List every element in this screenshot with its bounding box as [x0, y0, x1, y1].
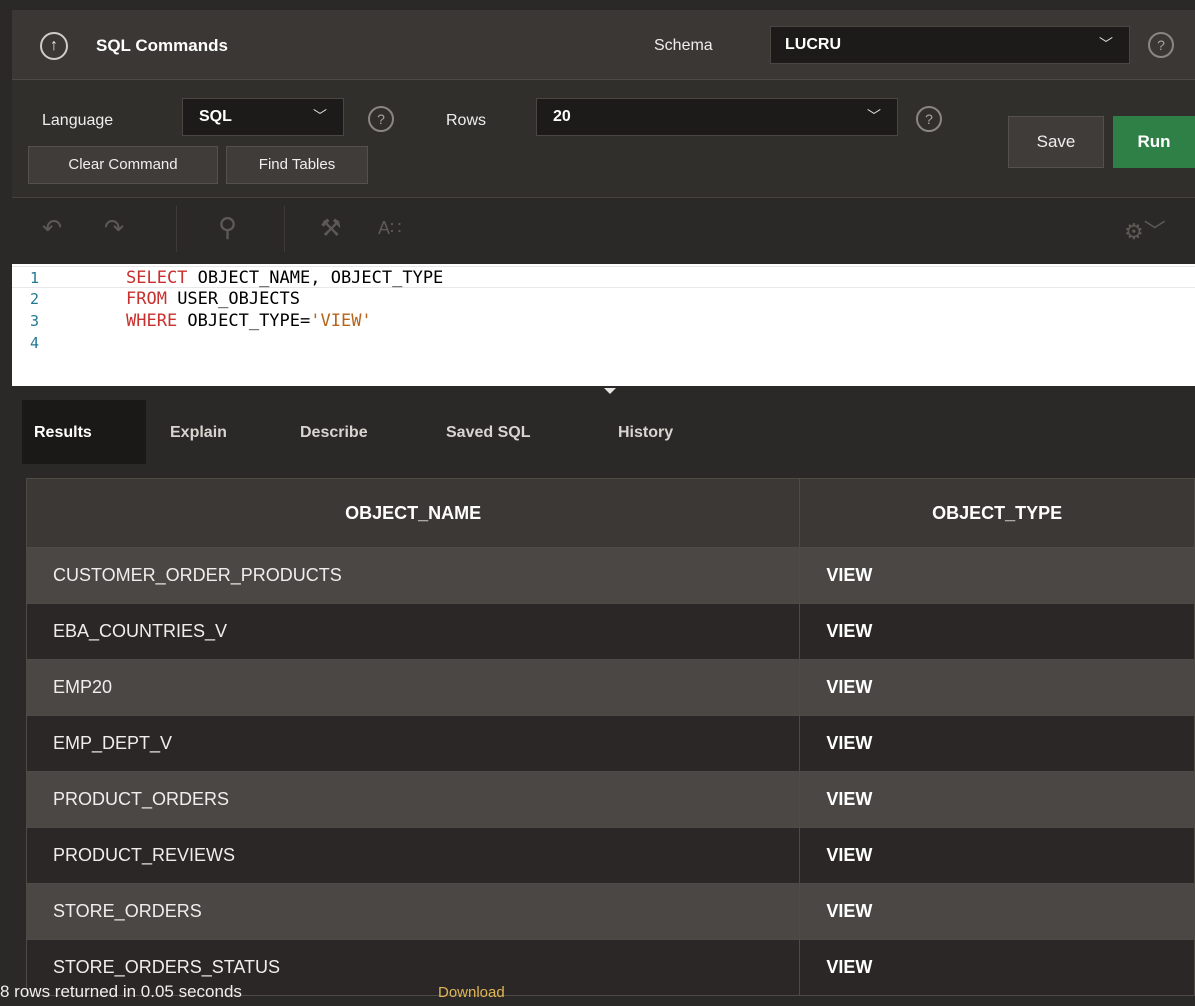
sql-keyword: WHERE — [126, 311, 178, 331]
object-type-cell: VIEW — [799, 827, 1195, 884]
column-header[interactable]: OBJECT_NAME — [25, 478, 801, 548]
rows-select[interactable]: 20 ﹀ — [536, 98, 898, 136]
table-row: PRODUCT_REVIEWS VIEW — [25, 827, 1195, 884]
save-button[interactable]: Save — [1008, 116, 1104, 168]
sql-string: 'VIEW' — [310, 311, 372, 331]
sql-keyword: FROM — [126, 289, 167, 309]
schema-label: Schema — [654, 37, 713, 54]
schema-value: LUCRU — [785, 36, 841, 53]
table-row: PRODUCT_ORDERS VIEW — [25, 771, 1195, 828]
redo-icon[interactable]: ↷ — [104, 214, 124, 243]
line-number: 3 — [30, 312, 40, 330]
tab-explain[interactable]: Explain — [170, 424, 227, 442]
tab-results[interactable]: Results — [34, 424, 92, 442]
table-header-row: OBJECT_NAME OBJECT_TYPE — [25, 478, 1195, 548]
editor-splitter[interactable] — [12, 386, 1195, 400]
download-link[interactable]: Download — [438, 984, 505, 1001]
code-line: 4 — [12, 332, 1195, 354]
command-options-bar: Language SQL ﹀ ? Rows 20 ﹀ ? Clear Comma… — [12, 80, 1195, 198]
tab-describe[interactable]: Describe — [300, 424, 368, 442]
sql-keyword: SELECT — [126, 268, 188, 288]
object-name-cell: STORE_ORDERS — [25, 883, 801, 940]
undo-icon[interactable]: ↶ — [42, 214, 62, 243]
column-header[interactable]: OBJECT_TYPE — [799, 478, 1195, 548]
sql-editor[interactable]: 1 SELECT OBJECT_NAME, OBJECT_TYPE 2 FROM… — [12, 264, 1195, 386]
chevron-down-icon: ﹀ — [1099, 36, 1113, 52]
object-name-cell: EMP_DEPT_V — [25, 715, 801, 772]
rows-label: Rows — [446, 112, 487, 129]
code-text: FROM USER_OBJECTS — [126, 288, 300, 310]
chevron-down-icon: ﹀ — [313, 108, 327, 124]
page-title: SQL Commands — [96, 36, 228, 55]
object-type-cell: VIEW — [799, 939, 1195, 996]
object-type-cell: VIEW — [799, 883, 1195, 940]
object-name-cell: EBA_COUNTRIES_V — [25, 603, 801, 660]
object-name-cell: CUSTOMER_ORDER_PRODUCTS — [25, 547, 801, 604]
code-line: 2 FROM USER_OBJECTS — [12, 288, 1195, 310]
object-type-cell: VIEW — [799, 603, 1195, 660]
clear-command-button[interactable]: Clear Command — [28, 146, 218, 184]
table-row: STORE_ORDERS VIEW — [25, 883, 1195, 940]
object-type-cell: VIEW — [799, 659, 1195, 716]
table-row: EMP20 VIEW — [25, 659, 1195, 716]
language-select[interactable]: SQL ﹀ — [182, 98, 344, 136]
object-name-cell: PRODUCT_REVIEWS — [25, 827, 801, 884]
sql-text: USER_OBJECTS — [166, 289, 301, 309]
arrow-up-icon[interactable]: ↑ — [40, 32, 68, 60]
line-number: 4 — [30, 334, 40, 352]
table-row: CUSTOMER_ORDER_PRODUCTS VIEW — [25, 547, 1195, 604]
line-number: 1 — [30, 269, 40, 287]
line-number: 2 — [30, 290, 40, 308]
find-tables-button[interactable]: Find Tables — [226, 146, 368, 184]
tab-saved-sql[interactable]: Saved SQL — [446, 424, 530, 442]
language-value: SQL — [199, 108, 232, 125]
collapse-arrow-icon[interactable] — [603, 388, 616, 394]
code-line: 3 WHERE OBJECT_TYPE='VIEW' — [12, 310, 1195, 332]
editor-toolbar: ↶ ↷ ⚲ ⚒ A∷ ⚙﹀ — [12, 198, 1195, 264]
help-icon[interactable]: ? — [368, 106, 394, 132]
table-row: EMP_DEPT_V VIEW — [25, 715, 1195, 772]
chevron-down-icon: ﹀ — [867, 108, 881, 124]
page-header: ↑ SQL Commands Schema LUCRU ﹀ ? — [12, 10, 1195, 80]
results-table: OBJECT_NAME OBJECT_TYPE CUSTOMER_ORDER_P… — [25, 478, 1195, 996]
gear-icon[interactable]: ⚙﹀ — [1124, 214, 1166, 246]
help-icon[interactable]: ? — [916, 106, 942, 132]
search-icon[interactable]: ⚲ — [218, 212, 237, 243]
sql-text: OBJECT_NAME, OBJECT_TYPE — [187, 268, 444, 288]
object-type-cell: VIEW — [799, 771, 1195, 828]
language-label: Language — [42, 112, 114, 129]
object-name-cell: EMP20 — [25, 659, 801, 716]
result-tabs: Results Explain Describe Saved SQL Histo… — [12, 400, 1195, 464]
schema-select[interactable]: LUCRU ﹀ — [770, 26, 1130, 64]
object-name-cell: PRODUCT_ORDERS — [25, 771, 801, 828]
help-icon[interactable]: ? — [1148, 32, 1174, 58]
autocomplete-icon[interactable]: A∷ — [378, 218, 401, 239]
hammer-icon[interactable]: ⚒ — [320, 214, 342, 243]
object-type-cell: VIEW — [799, 715, 1195, 772]
code-text: WHERE OBJECT_TYPE='VIEW' — [126, 310, 372, 332]
sql-text: OBJECT_TYPE= — [177, 311, 311, 331]
rows-returned-status: 8 rows returned in 0.05 seconds — [0, 982, 242, 1001]
toolbar-divider — [284, 206, 285, 252]
run-button[interactable]: Run — [1113, 116, 1195, 168]
code-text: SELECT OBJECT_NAME, OBJECT_TYPE — [126, 267, 443, 289]
toolbar-divider — [176, 206, 177, 252]
object-type-cell: VIEW — [799, 547, 1195, 604]
code-line: 1 SELECT OBJECT_NAME, OBJECT_TYPE — [12, 266, 1195, 288]
rows-value: 20 — [553, 108, 571, 125]
tab-history[interactable]: History — [618, 424, 673, 442]
table-row: EBA_COUNTRIES_V VIEW — [25, 603, 1195, 660]
